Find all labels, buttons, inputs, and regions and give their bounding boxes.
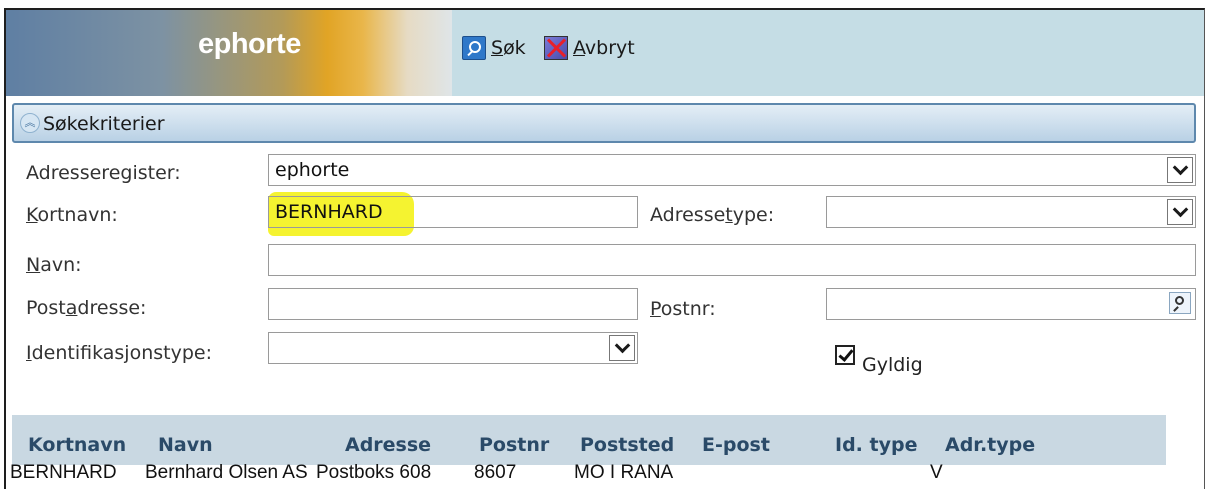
column-header[interactable]: Postnr (479, 434, 549, 456)
adresseregister-select[interactable]: ephorte (268, 154, 1196, 186)
column-header[interactable]: Poststed (580, 434, 674, 456)
chevron-down-icon[interactable] (1167, 199, 1193, 225)
cell-poststed: MO I RANA (574, 462, 674, 483)
app-logo: ephorte (198, 28, 301, 60)
column-header[interactable]: E-post (702, 434, 770, 456)
postnr-input[interactable] (826, 288, 1196, 320)
adressetype-label: Adressetype: (650, 204, 775, 226)
gyldig-checkbox[interactable] (835, 345, 855, 365)
chevron-down-icon[interactable] (609, 335, 635, 361)
cell-adresse: Postboks 608 (316, 462, 432, 483)
cancel-button-label: Avbryt (573, 37, 635, 59)
gyldig-label: Gyldig (862, 354, 923, 376)
column-header[interactable]: Adresse (345, 434, 431, 456)
chevron-down-icon[interactable] (1167, 157, 1193, 183)
postnr-label: Postnr: (650, 298, 716, 320)
column-header[interactable]: Navn (158, 434, 213, 456)
cell-adrtype: V (930, 462, 943, 483)
adressetype-select[interactable] (826, 196, 1196, 228)
cell-navn: Bernhard Olsen AS (145, 462, 308, 483)
postadresse-input[interactable] (268, 288, 638, 320)
adresseregister-value: ephorte (275, 159, 350, 181)
section-title: Søkekriterier (43, 113, 165, 135)
search-icon[interactable] (1169, 292, 1191, 314)
postadresse-label: Postadresse: (26, 297, 147, 319)
column-header[interactable]: Id. type (835, 434, 917, 456)
kortnavn-value: BERNHARD (275, 201, 383, 223)
kortnavn-label: Kortnavn: (26, 204, 118, 226)
logo-banner: ephorte (6, 10, 452, 96)
cancel-icon (544, 36, 568, 60)
results-table-header: Kortnavn Navn Adresse Postnr Poststed E-… (12, 415, 1166, 465)
search-icon (462, 36, 486, 60)
identifikasjonstype-label: Identifikasjonstype: (26, 342, 212, 364)
cancel-button[interactable]: Avbryt (544, 36, 635, 60)
search-criteria-header[interactable]: ︽ Søkekriterier (12, 103, 1196, 143)
collapse-chevron-icon[interactable]: ︽ (20, 113, 40, 133)
column-header[interactable]: Kortnavn (28, 434, 126, 456)
search-button-label: Søk (491, 37, 526, 59)
app-window: ephorte Søk Avbryt ︽ Søkekriterier Adres… (4, 8, 1205, 489)
identifikasjonstype-select[interactable] (268, 332, 638, 364)
column-header[interactable]: Adr.type (945, 434, 1035, 456)
cell-kortnavn: BERNHARD (10, 462, 117, 483)
adresseregister-label: Adresseregister: (26, 162, 181, 184)
cell-postnr: 8607 (474, 462, 517, 483)
kortnavn-input[interactable]: BERNHARD (268, 196, 638, 228)
navn-input[interactable] (268, 244, 1196, 276)
top-header: ephorte Søk Avbryt (6, 10, 1204, 96)
navn-label: Navn: (26, 254, 82, 276)
search-button[interactable]: Søk (462, 36, 526, 60)
